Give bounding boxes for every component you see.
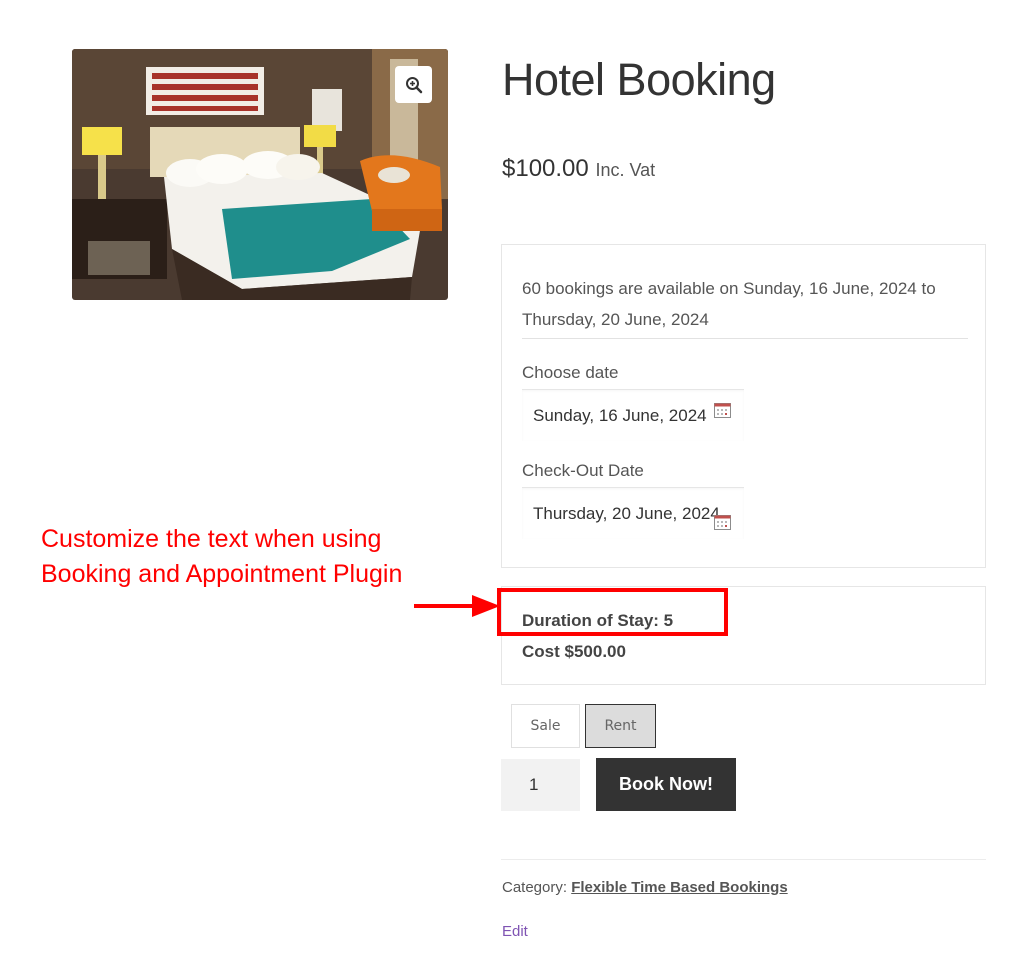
calendar-icon[interactable] [714, 403, 731, 418]
category-link[interactable]: Flexible Time Based Bookings [571, 879, 787, 896]
price-amount: $100.00 [502, 155, 589, 182]
rent-option-button[interactable]: Rent [585, 704, 656, 748]
product-image[interactable] [72, 49, 448, 300]
availability-message: 60 bookings are available on Sunday, 16 … [522, 279, 936, 329]
price-suffix: Inc. Vat [595, 160, 656, 180]
hotel-room-illustration [72, 49, 448, 300]
zoom-icon [405, 76, 422, 93]
divider [501, 859, 986, 860]
checkout-date-field[interactable]: Thursday, 20 June, 2024 [522, 487, 744, 539]
annotation-line-2: Booking and Appointment Plugin [41, 560, 403, 588]
sale-option-button[interactable]: Sale [511, 704, 580, 748]
choose-date-label: Choose date [522, 363, 619, 382]
booking-form: 60 bookings are available on Sunday, 16 … [501, 244, 986, 568]
product-title: Hotel Booking [502, 54, 776, 105]
annotation-line-1: Customize the text when using [41, 525, 382, 553]
choose-date-value: Sunday, 16 June, 2024 [533, 405, 707, 425]
annotation-text: Customize the text when using Booking an… [41, 522, 402, 592]
product-price: $100.00 Inc. Vat [502, 154, 655, 185]
checkout-date-value: Thursday, 20 June, 2024 [533, 503, 720, 523]
choose-date-field[interactable]: Sunday, 16 June, 2024 [522, 389, 744, 441]
product-category: Category: Flexible Time Based Bookings [502, 879, 788, 896]
book-now-button[interactable]: Book Now! [596, 758, 736, 811]
divider [522, 338, 968, 339]
quantity-input[interactable] [501, 759, 580, 811]
calendar-icon[interactable] [714, 515, 731, 530]
total-cost: Cost $500.00 [522, 642, 626, 661]
annotation-highlight-box [497, 588, 728, 636]
annotation-arrow-icon [414, 595, 500, 617]
category-label: Category: [502, 879, 568, 896]
checkout-date-label: Check-Out Date [522, 461, 644, 480]
edit-link[interactable]: Edit [502, 923, 528, 940]
zoom-button[interactable] [395, 66, 432, 103]
